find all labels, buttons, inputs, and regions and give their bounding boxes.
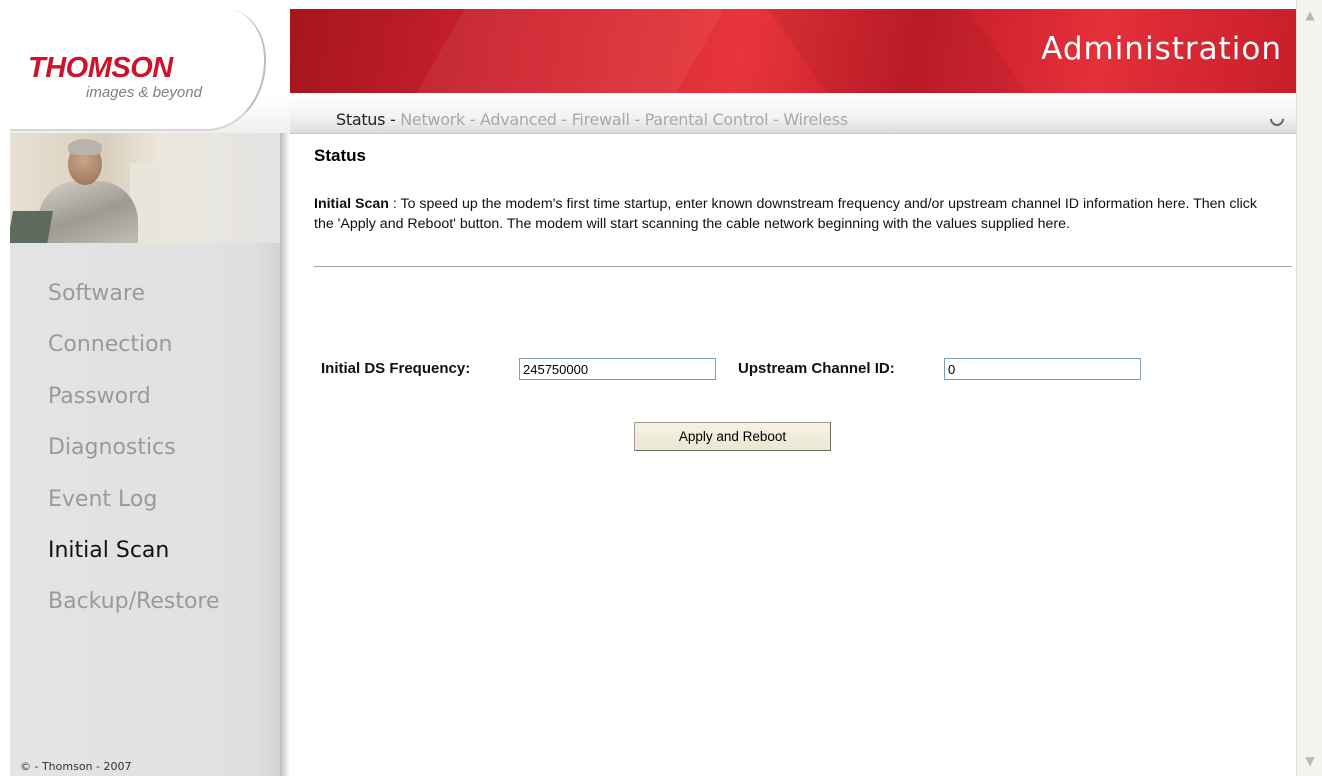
copyright-text: © - Thomson - 2007 xyxy=(20,760,132,773)
content-divider xyxy=(314,266,1292,267)
sidebar-item-event-log[interactable]: Event Log xyxy=(48,484,220,535)
tab-wireless[interactable]: Wireless xyxy=(783,110,848,129)
tab-advanced[interactable]: Advanced xyxy=(480,110,557,129)
scroll-down-arrow-icon[interactable]: ▼ xyxy=(1301,752,1319,770)
banner-decoration xyxy=(372,9,748,93)
header-banner: Administration xyxy=(290,9,1296,93)
ds-frequency-label: Initial DS Frequency: xyxy=(321,360,471,377)
upstream-channel-input[interactable] xyxy=(944,358,1141,380)
tab-separator: - xyxy=(629,110,645,129)
description-text: To speed up the modem's first time start… xyxy=(314,196,1257,232)
sidebar-item-initial-scan[interactable]: Initial Scan xyxy=(48,535,220,586)
header-photo xyxy=(10,133,170,243)
photo-person-body xyxy=(38,181,138,243)
sidebar-item-diagnostics[interactable]: Diagnostics xyxy=(48,432,220,483)
sidebar-edge xyxy=(280,133,290,776)
page-header-title: Administration xyxy=(1041,31,1282,67)
scroll-up-arrow-icon[interactable]: ▲ xyxy=(1301,6,1319,24)
tab-separator: - xyxy=(768,110,784,129)
brand-tagline: images & beyond xyxy=(86,84,202,101)
sidebar-item-connection[interactable]: Connection xyxy=(48,329,220,380)
top-nav: Status - Network - Advanced - Firewall -… xyxy=(336,110,848,129)
tab-parental-control[interactable]: Parental Control xyxy=(645,110,769,129)
photo-person-hair xyxy=(68,139,102,155)
ds-frequency-input[interactable] xyxy=(519,358,716,380)
sidebar-menu: Software Connection Password Diagnostics Eve… xyxy=(48,278,220,638)
tab-status[interactable]: Status xyxy=(336,110,385,129)
banner-decoration xyxy=(739,9,1081,93)
vertical-scrollbar[interactable]: ▲ ▼ xyxy=(1296,0,1322,776)
photo-fade xyxy=(160,133,280,243)
description: Initial Scan : To speed up the modem's f… xyxy=(314,194,1274,234)
tab-separator: - xyxy=(464,110,480,129)
tab-separator: - xyxy=(385,110,401,129)
photo-laptop xyxy=(10,211,53,243)
window-frame-top xyxy=(0,0,1296,9)
sidebar-item-software[interactable]: Software xyxy=(48,278,220,329)
sidebar-item-backup-restore[interactable]: Backup/Restore xyxy=(48,586,220,637)
upstream-channel-label: Upstream Channel ID: xyxy=(738,360,895,377)
apply-and-reboot-button[interactable]: Apply and Reboot xyxy=(634,422,831,451)
sidebar-item-password[interactable]: Password xyxy=(48,381,220,432)
tab-network[interactable]: Network xyxy=(400,110,465,129)
description-lead: Initial Scan xyxy=(314,196,389,212)
brand-logo: THOMSON xyxy=(28,52,173,84)
page-title: Status xyxy=(314,146,366,165)
tab-firewall[interactable]: Firewall xyxy=(572,110,630,129)
tab-separator: - xyxy=(556,110,572,129)
description-separator: : xyxy=(388,196,401,212)
page: THOMSON images & beyond Administration S… xyxy=(0,0,1322,776)
